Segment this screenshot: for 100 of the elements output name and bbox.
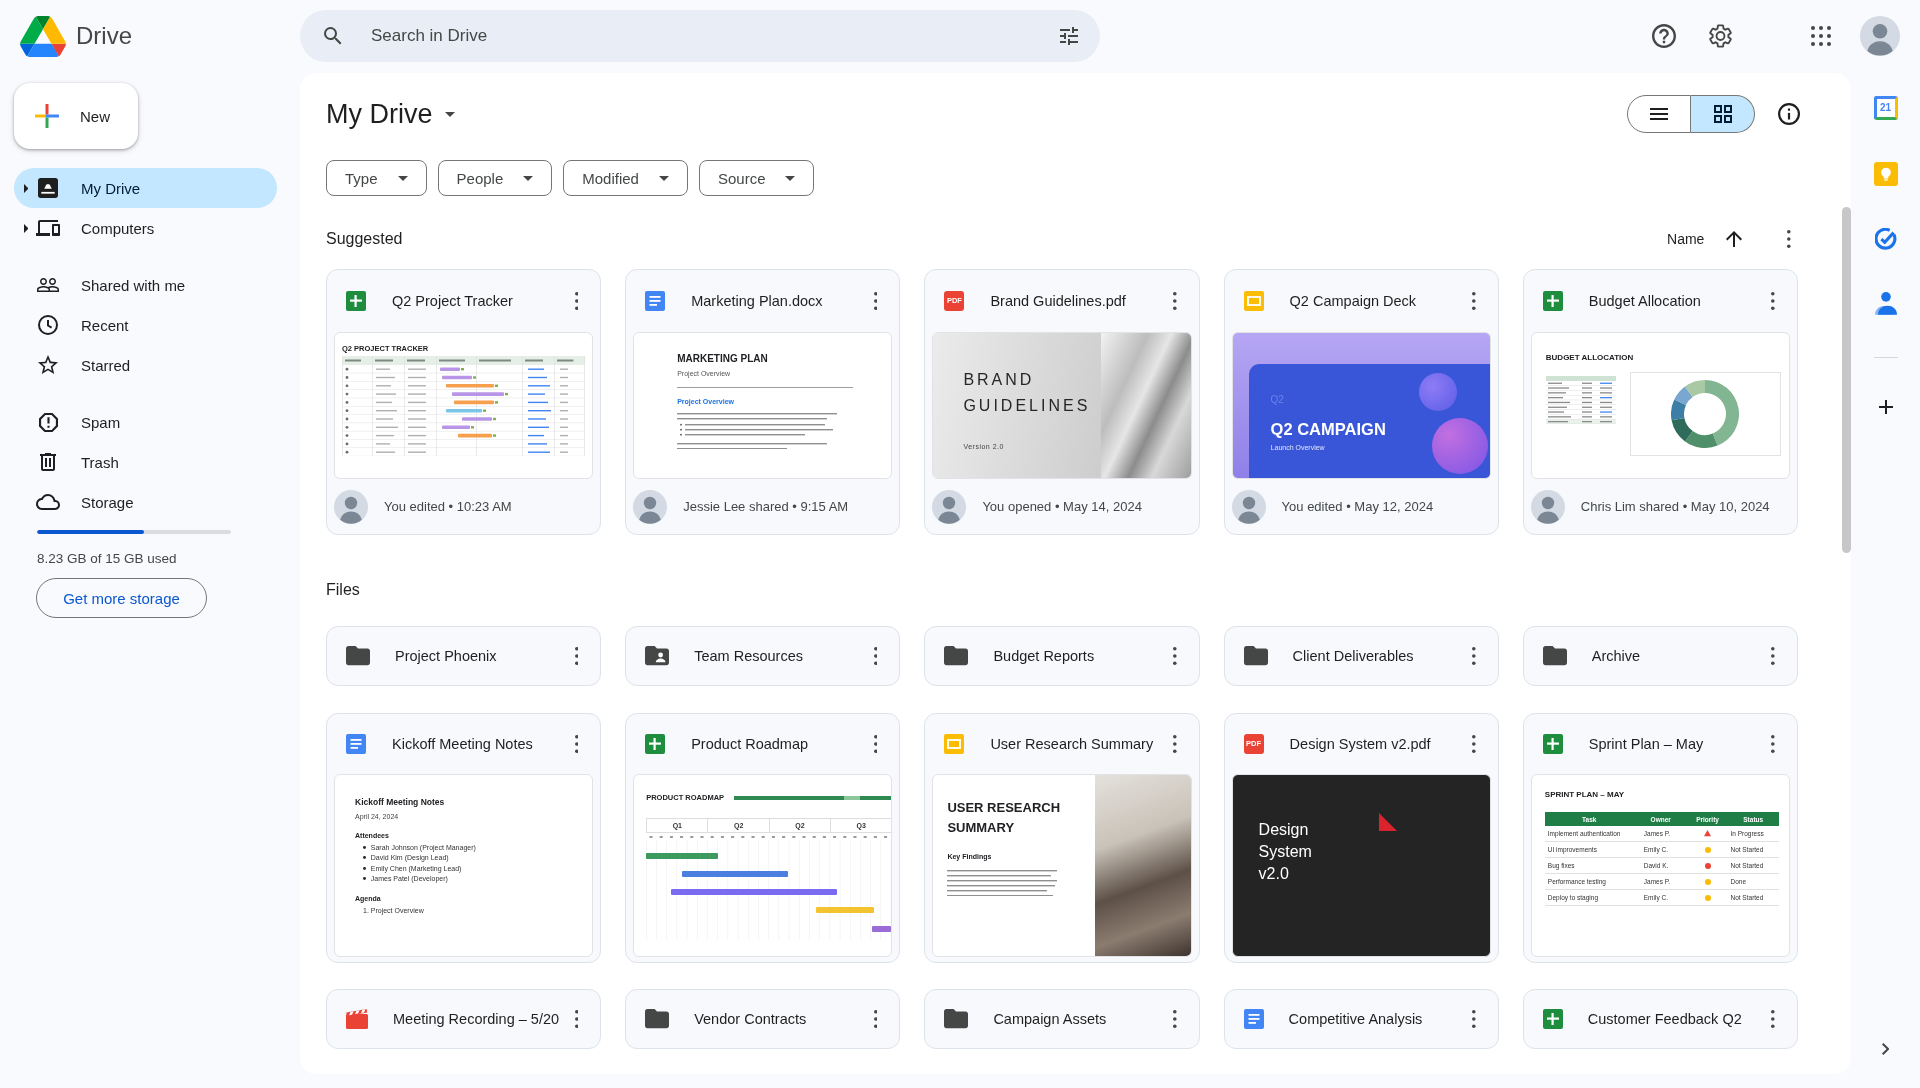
preview-title: BRAND GUIDELINES [963, 370, 1092, 416]
caret-icon[interactable] [23, 223, 29, 233]
avatar-icon [932, 489, 967, 524]
more-vertical-icon[interactable] [1173, 292, 1177, 310]
filter-chip[interactable]: People [437, 160, 553, 196]
more-vertical-icon[interactable] [873, 647, 878, 665]
bullet-icon [363, 877, 366, 881]
scrollbar-thumb[interactable] [1842, 207, 1851, 553]
folder-icon [346, 646, 370, 666]
nav-item[interactable]: My Drive [14, 168, 277, 208]
more-vertical-icon[interactable] [873, 735, 878, 753]
more-vertical-icon[interactable] [574, 1010, 579, 1028]
nav-item[interactable]: Starred [14, 345, 277, 385]
preview-title: Design System v2.0 [1258, 820, 1313, 884]
search-icon[interactable] [324, 27, 342, 45]
chevron-right-icon[interactable] [1881, 1043, 1890, 1055]
more-vertical-icon[interactable] [574, 735, 579, 753]
avatar-icon [334, 489, 368, 524]
more-vertical-icon[interactable] [1771, 647, 1775, 665]
info-icon[interactable] [1778, 103, 1800, 125]
preview-title: SPRINT PLAN – MAY [1544, 790, 1626, 800]
more-vertical-icon[interactable] [574, 292, 579, 310]
table-drawing [1545, 376, 1616, 424]
plus-icon[interactable] [1878, 399, 1893, 414]
caret-down-icon [397, 175, 408, 181]
more-vertical-icon[interactable] [574, 647, 579, 665]
settings-icon[interactable] [1709, 24, 1732, 48]
more-vertical-icon[interactable] [1173, 735, 1177, 753]
file-tile[interactable]: Campaign Assets [924, 989, 1200, 1049]
nav-item[interactable]: Shared with me [14, 265, 277, 305]
more-vertical-icon[interactable] [1771, 1010, 1775, 1028]
folder-tile[interactable]: Project Phoenix [326, 626, 602, 686]
donut-slice [1671, 399, 1687, 421]
folder-tile[interactable]: Client Deliverables [1223, 626, 1499, 686]
preview-title: MARKETING PLAN [677, 353, 769, 365]
drive-logo-icon[interactable] [20, 15, 66, 57]
file-name: User Research Summary [990, 736, 1155, 752]
caret-down-icon [785, 175, 796, 181]
gantt-bar [872, 926, 892, 932]
more-vertical-icon[interactable] [1771, 735, 1775, 753]
file-tile[interactable]: Meeting Recording – 5/20 [326, 989, 602, 1049]
more-vertical-icon[interactable] [1787, 230, 1791, 248]
folder-tile[interactable]: Budget Reports [924, 626, 1200, 686]
title-dropdown-button[interactable]: My Drive [326, 98, 455, 130]
folder-icon [944, 1009, 969, 1029]
search-field[interactable]: Search in Drive [300, 10, 1100, 62]
more-vertical-icon[interactable] [1472, 292, 1476, 310]
list-view-button[interactable] [1627, 95, 1691, 133]
activity-text: Jessie Lee shared • 9:15 AM [683, 499, 849, 514]
calendar-button[interactable]: 21 [1873, 96, 1898, 120]
more-vertical-icon[interactable] [1771, 292, 1775, 310]
section-heading: Suggested [326, 230, 403, 248]
preview-title: Kickoff Meeting Notes [355, 797, 446, 807]
avatar-icon [1231, 489, 1266, 524]
file-tile[interactable]: Vendor Contracts [625, 989, 901, 1049]
apps-grid-icon[interactable] [1811, 26, 1831, 46]
nav-item[interactable]: Recent [14, 305, 277, 345]
file-card[interactable]: Budget Allocation BUDGET ALLOCATION Chris Lim shared • May 10, 2024 [1522, 269, 1798, 535]
spreadsheet-icon [1542, 1009, 1563, 1029]
person-icon[interactable] [1874, 292, 1897, 315]
clapperboard-icon [346, 1009, 368, 1029]
folder-tile[interactable]: Archive [1522, 626, 1798, 686]
filter-chip[interactable]: Source [698, 160, 815, 196]
help-icon[interactable] [1652, 24, 1676, 48]
more-vertical-icon[interactable] [1173, 647, 1177, 665]
more-vertical-icon[interactable] [873, 1010, 878, 1028]
sliders-icon[interactable] [1060, 27, 1078, 45]
account-avatar-icon[interactable] [1860, 16, 1900, 56]
more-vertical-icon[interactable] [1173, 1010, 1177, 1028]
section-heading: Files [326, 581, 360, 599]
nav-item[interactable]: Computers [14, 208, 277, 248]
more-vertical-icon[interactable] [873, 292, 878, 310]
more-vertical-icon[interactable] [1472, 735, 1476, 753]
spreadsheet-icon [1542, 291, 1563, 311]
check-circle-icon[interactable] [1874, 228, 1897, 250]
folder-tile[interactable]: Team Resources [625, 626, 901, 686]
caret-down-icon [523, 175, 534, 181]
bullet-icon [363, 866, 366, 870]
new-button[interactable]: New [14, 83, 138, 149]
file-name: Q2 Project Tracker [392, 293, 514, 309]
star-icon [38, 355, 58, 375]
filter-chip[interactable]: Type [326, 160, 427, 196]
avatar-icon [1530, 489, 1565, 524]
file-card[interactable] [326, 713, 602, 963]
file-card[interactable] [1522, 713, 1798, 963]
file-tile[interactable]: Customer Feedback Q2 [1522, 989, 1798, 1049]
caret-icon[interactable] [23, 183, 29, 193]
activity-text: You edited • 10:23 AM [384, 499, 512, 514]
nav-item[interactable]: Storage [14, 482, 277, 522]
nav-item[interactable]: Spam [14, 402, 277, 442]
nav-item[interactable]: Trash [14, 442, 277, 482]
sort-button[interactable]: Name [1667, 231, 1743, 247]
storage-usage-text: 8.23 GB of 15 GB used [37, 551, 178, 567]
more-vertical-icon[interactable] [1472, 647, 1476, 665]
spreadsheet-icon [346, 291, 366, 311]
file-tile[interactable]: Competitive Analysis [1223, 989, 1499, 1049]
gantt-bar [816, 907, 875, 913]
more-vertical-icon[interactable] [1472, 1010, 1476, 1028]
grid-view-button[interactable] [1691, 95, 1755, 133]
filter-chip[interactable]: Modified [563, 160, 688, 196]
